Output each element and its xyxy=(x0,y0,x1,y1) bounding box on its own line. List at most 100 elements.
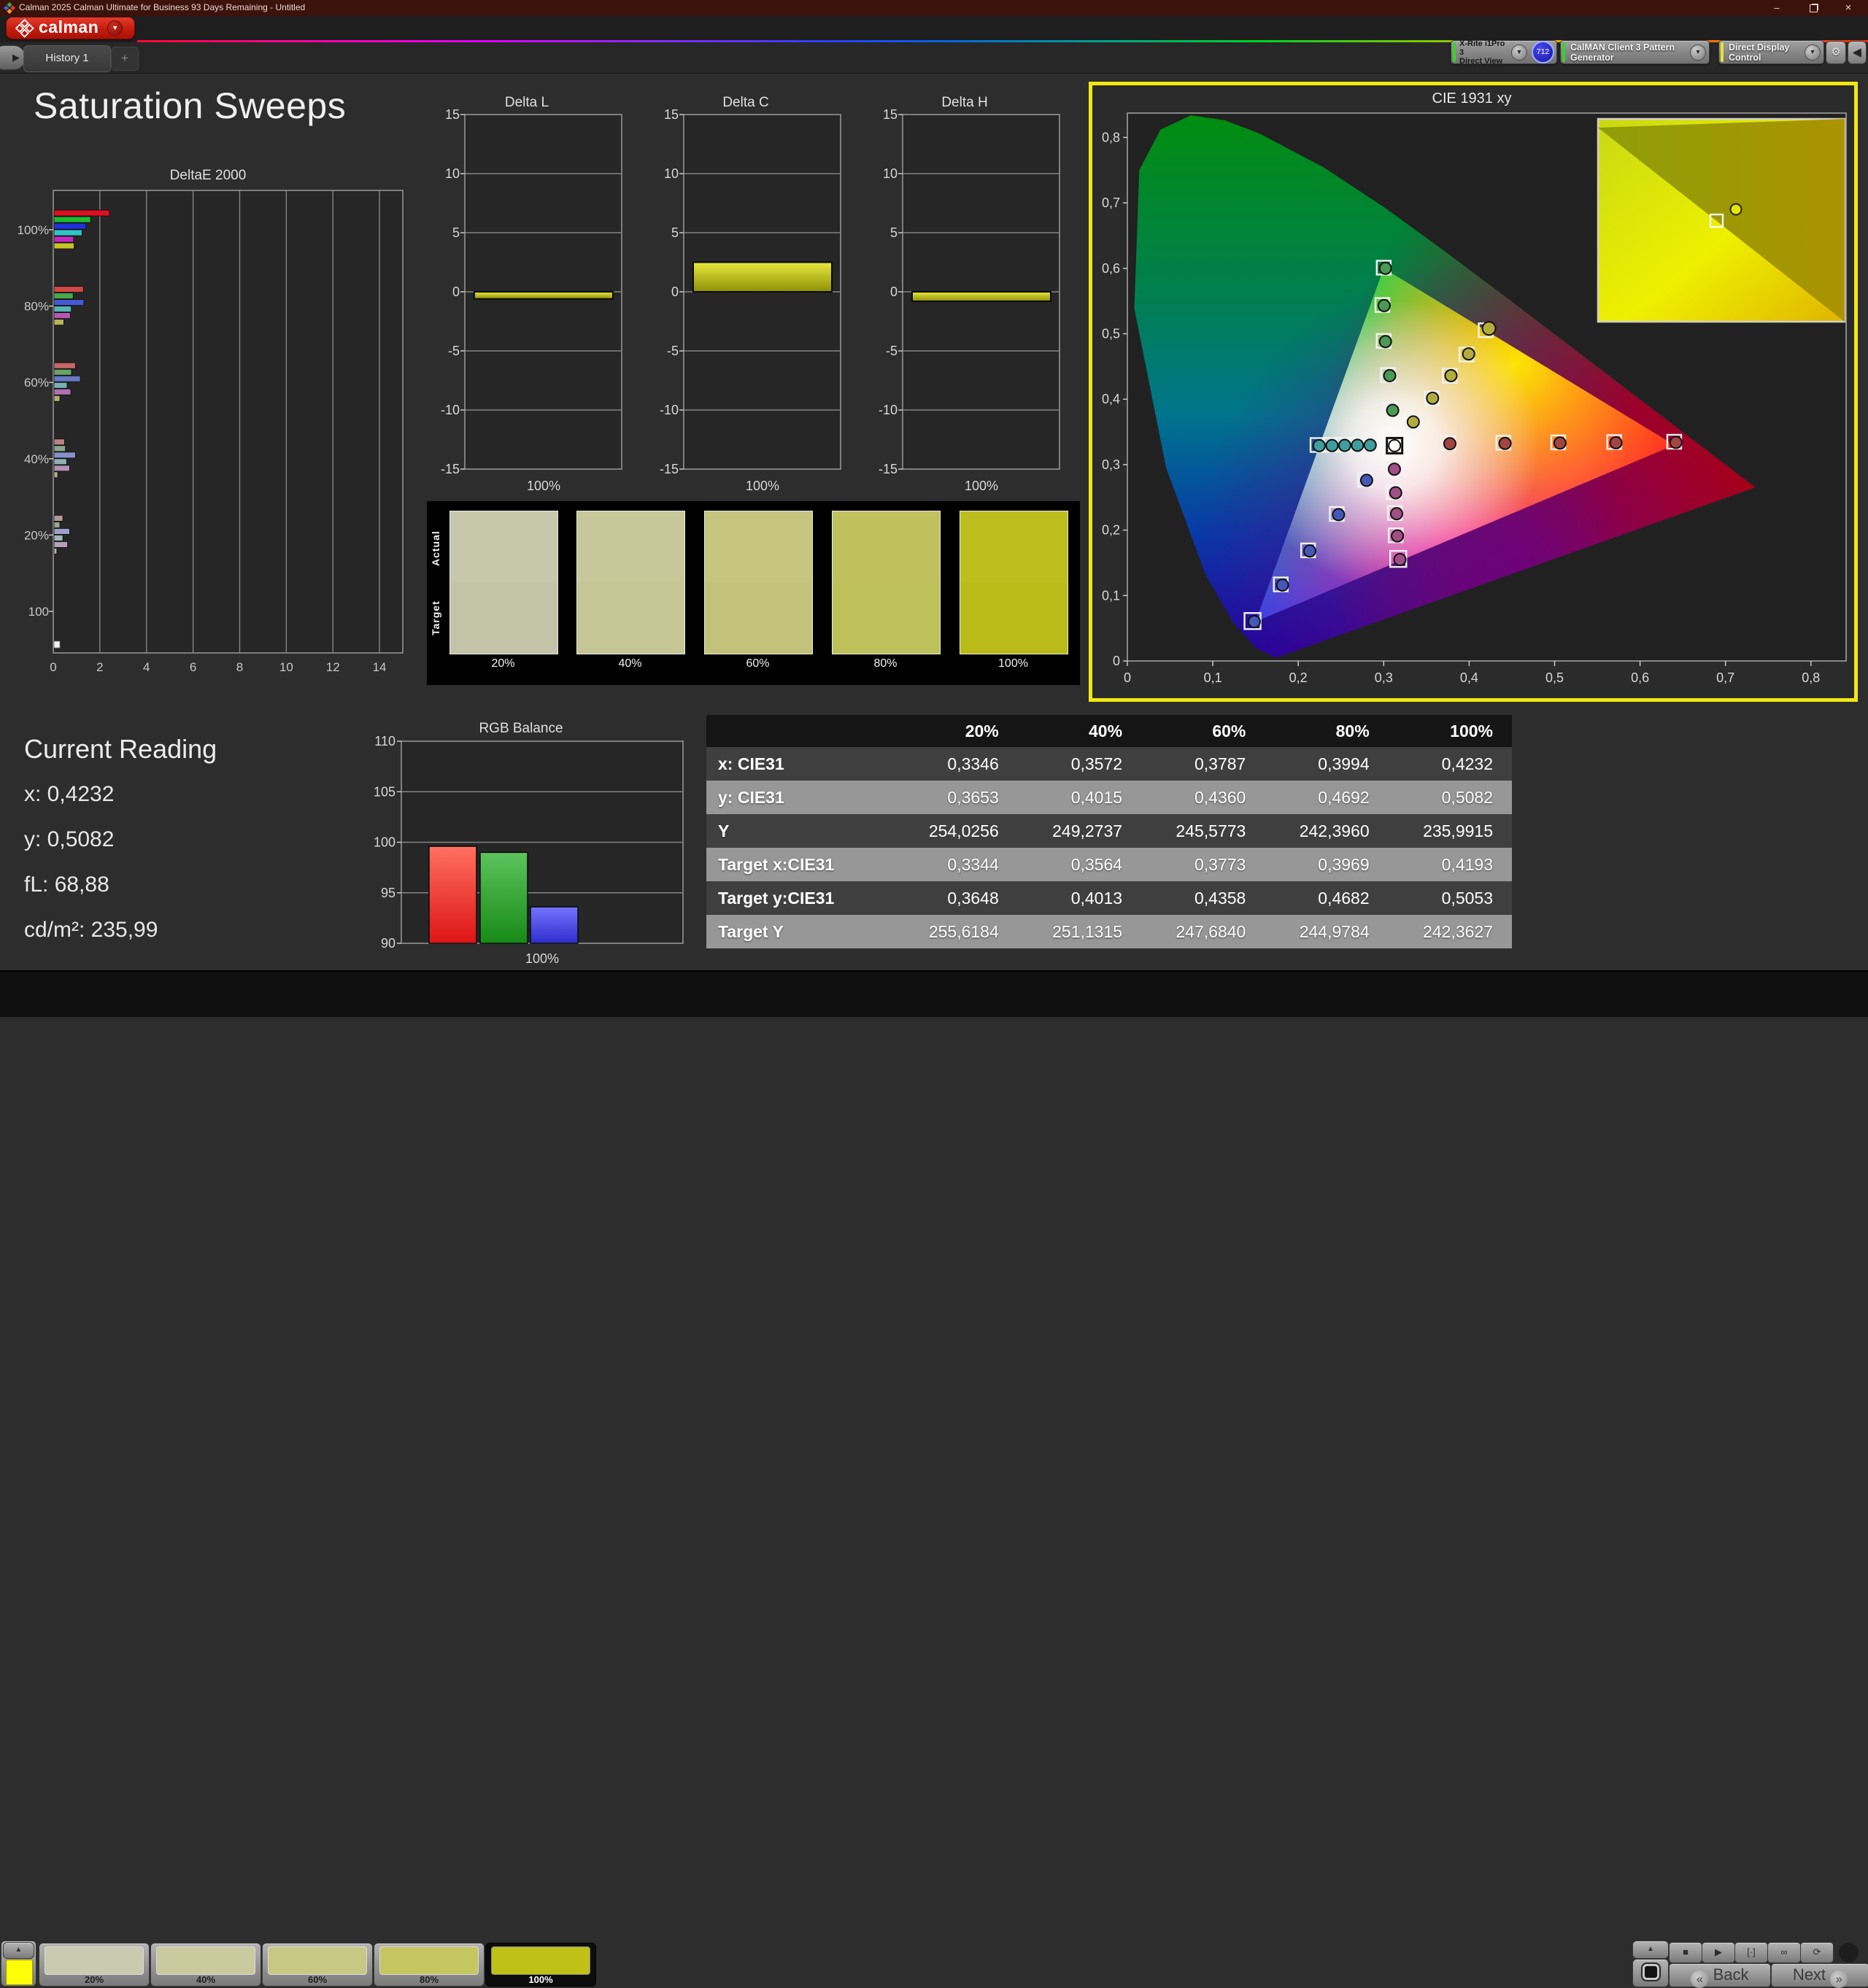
svg-text:100: 100 xyxy=(28,605,49,619)
svg-text:0: 0 xyxy=(50,660,56,674)
level-up-button[interactable]: ▲ xyxy=(3,1942,34,1959)
current-reading-line: cd/m²: 235,99 xyxy=(24,918,158,942)
pattern-generator-dropdown[interactable]: CalMAN Client 3 Pattern Generator ▼ xyxy=(1560,40,1710,64)
swatch-label: 60% xyxy=(746,657,770,670)
stop-button[interactable]: ■ xyxy=(1669,1942,1702,1963)
svg-text:80%: 80% xyxy=(24,300,49,314)
column-header: 40% xyxy=(1017,715,1142,747)
svg-text:15: 15 xyxy=(445,107,460,122)
restore-button[interactable] xyxy=(1802,1,1824,15)
display-dropdown-arrow-icon[interactable]: ▼ xyxy=(1805,44,1821,61)
swatch-label: 80% xyxy=(873,657,898,670)
meter-badge: 712 xyxy=(1532,41,1554,63)
swatch-60% xyxy=(704,511,813,654)
svg-text:90: 90 xyxy=(381,936,395,951)
add-tab-button[interactable]: + xyxy=(111,47,139,71)
saturation-button-40%[interactable]: 40% xyxy=(150,1943,261,1987)
measure-button[interactable] xyxy=(1632,1959,1669,1987)
rgb-bar-red xyxy=(428,846,477,944)
actual-target-swatch-strip: Actual Target 20% 40% 60% 80% 100% xyxy=(427,501,1080,685)
measurement-point xyxy=(1443,437,1456,451)
back-button[interactable]: « Back xyxy=(1669,1963,1771,1988)
deltae-bar xyxy=(53,641,61,649)
svg-text:0,3: 0,3 xyxy=(1375,670,1393,685)
page-title: Saturation Sweeps xyxy=(34,85,347,126)
column-header: 100% xyxy=(1388,715,1512,747)
svg-text:5: 5 xyxy=(671,225,679,240)
delta-h-chart: Delta H 15 10 5 0 -5 -10 -15 100% xyxy=(879,95,1060,493)
settings-button[interactable]: ⚙ xyxy=(1826,41,1846,64)
next-chevron-icon: » xyxy=(1830,1970,1848,1988)
meter-dropdown-arrow-icon[interactable]: ▼ xyxy=(1511,44,1527,61)
svg-text:0,6: 0,6 xyxy=(1102,261,1120,276)
window-title: Calman 2025 Calman Ultimate for Business… xyxy=(19,2,306,12)
svg-text:0: 0 xyxy=(890,285,898,299)
meter-status-bar xyxy=(1453,42,1456,62)
svg-text:-10: -10 xyxy=(441,403,460,417)
table-cell: 0,4358 xyxy=(1141,881,1265,915)
svg-text:0: 0 xyxy=(671,285,679,299)
svg-text:4: 4 xyxy=(143,660,150,674)
svg-text:100%: 100% xyxy=(746,479,779,493)
measure-up-button[interactable]: ▲ xyxy=(1632,1941,1669,1959)
saturation-button-100%[interactable]: 100% xyxy=(485,1943,596,1987)
table-cell: 247,6840 xyxy=(1141,915,1265,948)
calman-menu-button[interactable]: calman ▼ xyxy=(6,17,135,39)
svg-text:20%: 20% xyxy=(24,528,49,542)
display-dropdown-label: Direct Display Control xyxy=(1729,42,1790,63)
single-measure-button[interactable]: [·] xyxy=(1734,1942,1768,1963)
measurement-point xyxy=(1481,321,1497,336)
svg-text:0,7: 0,7 xyxy=(1102,196,1120,210)
column-header xyxy=(706,715,895,747)
svg-text:0,7: 0,7 xyxy=(1716,670,1734,685)
table-row: y: CIE31 0,3653 0,4015 0,4360 0,4692 0,5082 xyxy=(706,781,1512,814)
collapse-toolbar-button[interactable]: ◀ xyxy=(1848,41,1867,64)
table-cell: 0,3787 xyxy=(1141,747,1265,781)
inset-measurement-point xyxy=(1729,203,1742,216)
table-cell: 0,3969 xyxy=(1265,848,1389,881)
measurement-point xyxy=(1325,438,1339,452)
panel-toggle-button[interactable]: ▶ xyxy=(0,45,26,70)
row-label: y: CIE31 xyxy=(706,781,895,814)
svg-text:5: 5 xyxy=(890,225,898,240)
play-button[interactable]: ▶ xyxy=(1702,1942,1735,1963)
swatch-20% xyxy=(449,511,558,654)
svg-text:Delta C: Delta C xyxy=(722,95,768,110)
loop-button[interactable]: ⟳ xyxy=(1800,1942,1834,1963)
table-cell: 0,4692 xyxy=(1265,781,1389,814)
deltae-bar xyxy=(53,382,68,389)
deltae-bar xyxy=(53,375,81,382)
deltae-bar xyxy=(53,521,61,528)
svg-text:0,5: 0,5 xyxy=(1545,670,1564,685)
measurement-point xyxy=(1462,347,1475,361)
deltae-bar xyxy=(53,527,70,535)
svg-text:CIE 1931 xy: CIE 1931 xy xyxy=(1432,90,1512,107)
deltae-bar xyxy=(53,395,61,402)
close-button[interactable]: × xyxy=(1837,1,1859,15)
calman-dropdown-arrow-icon[interactable]: ▼ xyxy=(107,20,123,36)
svg-text:12: 12 xyxy=(326,660,340,674)
current-reading-title: Current Reading xyxy=(24,734,217,764)
saturation-button-label: 100% xyxy=(528,1974,553,1985)
measurement-point xyxy=(1389,486,1402,500)
svg-text:DeltaE 2000: DeltaE 2000 xyxy=(170,168,247,183)
pattern-dropdown-arrow-icon[interactable]: ▼ xyxy=(1690,44,1706,61)
measurement-point xyxy=(1275,578,1289,592)
play-icon: ▶ xyxy=(1715,1946,1722,1957)
saturation-button-80%[interactable]: 80% xyxy=(374,1943,485,1987)
continuous-button[interactable]: ∞ xyxy=(1767,1942,1801,1963)
row-label: Target y:CIE31 xyxy=(706,881,895,915)
deltaC-bar xyxy=(692,261,833,293)
minimize-button[interactable]: – xyxy=(1766,1,1788,15)
meter-dropdown[interactable]: X-Rite i1Pro 3 Direct View ▼ 712 xyxy=(1451,39,1557,66)
display-control-dropdown[interactable]: Direct Display Control ▼ xyxy=(1718,40,1824,64)
saturation-chip xyxy=(268,1946,367,1975)
table-cell: 0,3572 xyxy=(1017,747,1142,781)
saturation-button-20%[interactable]: 20% xyxy=(39,1943,150,1987)
saturation-button-60%[interactable]: 60% xyxy=(262,1943,373,1987)
next-button[interactable]: Next » xyxy=(1771,1963,1868,1988)
table-row: Y 254,0256 249,2737 245,5773 242,3960 235,991… xyxy=(706,814,1512,848)
tab-history-1[interactable]: History 1 xyxy=(23,45,111,72)
measurement-point xyxy=(1377,298,1391,312)
table-cell: 245,5773 xyxy=(1141,814,1265,848)
